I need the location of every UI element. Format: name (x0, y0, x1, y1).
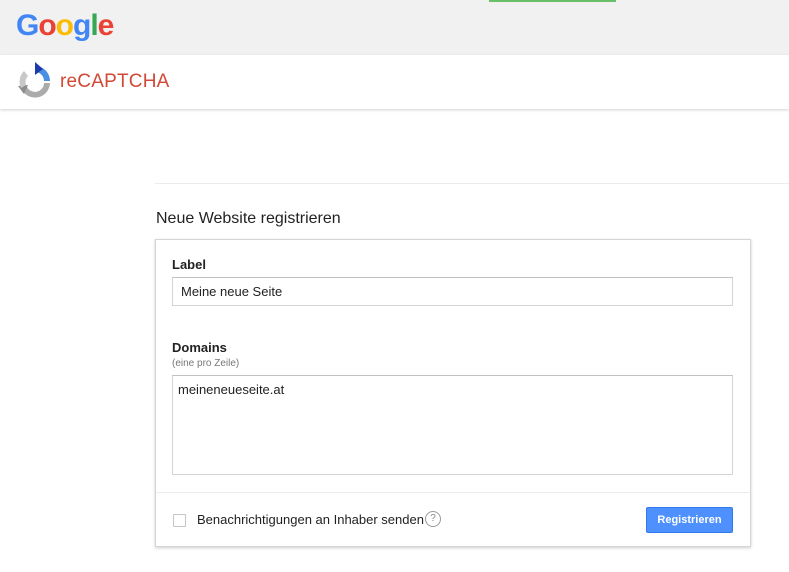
app-title: reCAPTCHA (60, 71, 170, 92)
register-button[interactable]: Registrieren (646, 507, 733, 533)
domains-textarea[interactable]: meineneueseite.at (172, 375, 733, 475)
google-logo-letter: G (16, 9, 39, 42)
domains-field-label: Domains (172, 340, 227, 355)
google-logo-letter: e (97, 9, 115, 42)
page-title: Neue Website registrieren (156, 210, 341, 227)
label-input[interactable] (172, 277, 733, 306)
domains-field-hint: (eine pro Zeile) (172, 358, 240, 369)
section-divider (155, 183, 789, 184)
registration-form: Label Domains (eine pro Zeile) meineneue… (155, 239, 751, 547)
notify-owners-label[interactable]: Benachrichtigungen an Inhaber senden (197, 512, 424, 527)
form-footer: Benachrichtigungen an Inhaber senden ? R… (156, 492, 750, 547)
label-field-label: Label (172, 257, 206, 272)
recaptcha-logo-icon[interactable] (16, 62, 54, 102)
google-logo[interactable]: Google (16, 8, 115, 44)
help-icon[interactable]: ? (425, 511, 441, 527)
google-header: Google (0, 0, 789, 55)
active-app-indicator (489, 0, 616, 2)
notify-owners-checkbox[interactable] (173, 514, 186, 527)
app-header: reCAPTCHA (0, 55, 789, 109)
google-logo-letter: g (73, 9, 91, 42)
google-logo-letter: o (38, 9, 56, 42)
google-logo-letter: l (90, 9, 98, 42)
google-logo-letter: o (55, 9, 74, 42)
